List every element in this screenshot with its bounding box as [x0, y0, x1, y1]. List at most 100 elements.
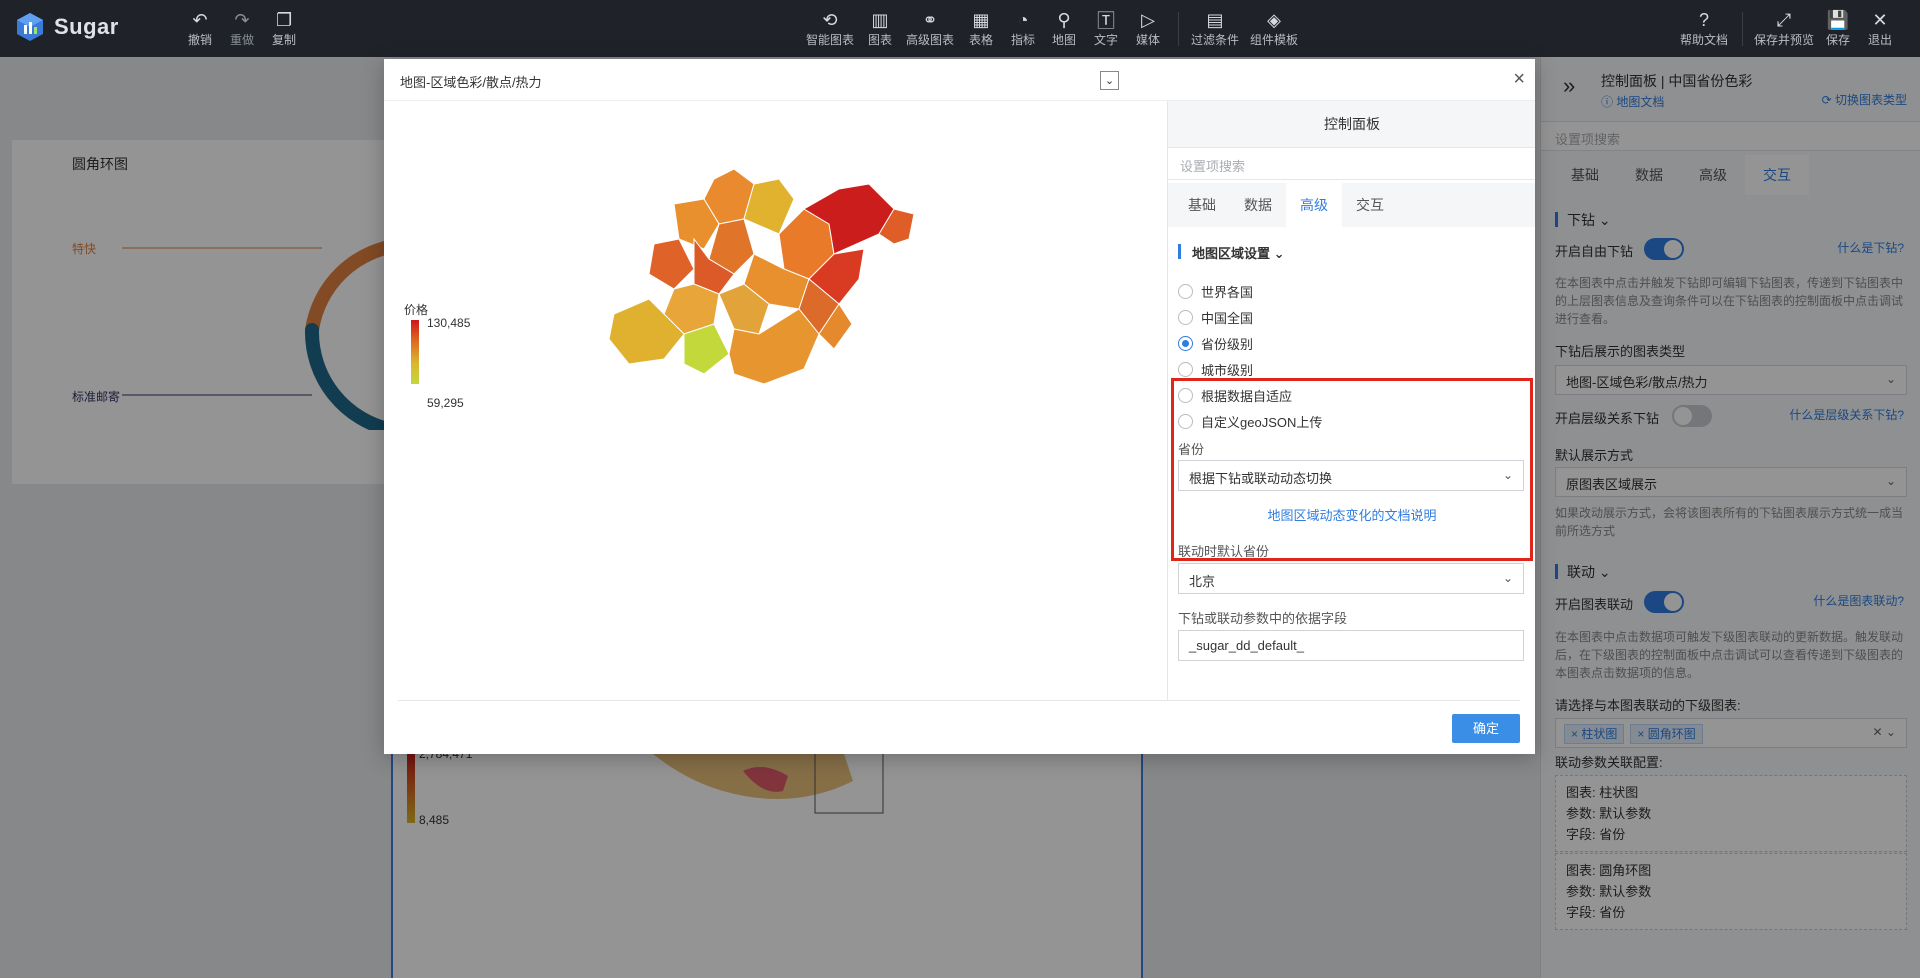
legend-title: 价格 [404, 303, 429, 317]
exit-label: 退出 [1868, 33, 1893, 47]
control-panel-tabs: 基础 数据 高级 交互 [1168, 183, 1535, 227]
redo-icon: ↷ [234, 9, 250, 30]
copy-button[interactable]: ❐ 复制 [272, 9, 296, 48]
drill-field-value: _sugar_dd_default_ [1189, 638, 1304, 653]
help-button[interactable]: ? 帮助文档 [1680, 9, 1728, 48]
save-preview-button[interactable]: ⤢ 保存并预览 [1754, 9, 1814, 48]
copy-icon: ❐ [275, 9, 293, 30]
text-button[interactable]: 🅃 文字 [1094, 9, 1118, 48]
radio-dot[interactable] [1178, 362, 1193, 377]
advanced-chart-label: 高级图表 [906, 33, 955, 47]
modal-footer-divider [398, 700, 1520, 701]
close-icon: × [1513, 68, 1525, 90]
save-label: 保存 [1826, 33, 1851, 47]
gauge-label: 指标 [1011, 33, 1036, 47]
modal-control-panel: 控制面板 设置项搜索 基础 数据 高级 交互 地图区域设置 ⌄ 世界各国 中国全… [1167, 101, 1535, 701]
modal-close-button[interactable]: × [1513, 68, 1525, 91]
control-panel-search[interactable]: 设置项搜索 [1168, 148, 1535, 180]
gauge-button[interactable]: ◔ 指标 [1011, 9, 1035, 48]
radio-china[interactable]: 中国全国 [1178, 308, 1253, 327]
redo-label: 重做 [230, 33, 255, 47]
radio-dot[interactable] [1178, 310, 1193, 325]
template-icon: ◈ [1267, 9, 1281, 30]
sugar-logo-icon [17, 13, 43, 41]
default-province-value: 北京 [1189, 574, 1216, 589]
media-button[interactable]: ▷ 媒体 [1136, 9, 1160, 48]
smart-chart-button[interactable]: ⟲ 智能图表 [806, 9, 854, 48]
help-label: 帮助文档 [1680, 33, 1729, 47]
gauge-icon: ◔ [1017, 9, 1029, 30]
tab-data[interactable]: 数据 [1230, 183, 1286, 227]
save-preview-label: 保存并预览 [1754, 33, 1815, 47]
help-icon: ? [1699, 9, 1710, 30]
legend-max-value: 130,485 [427, 316, 471, 330]
chevron-down-icon: ⌄ [1104, 75, 1115, 87]
radio-city[interactable]: 城市级别 [1178, 360, 1253, 379]
filter-label: 过滤条件 [1191, 33, 1240, 47]
chevron-down-icon: ⌄ [1273, 246, 1285, 261]
default-province-label: 联动时默认省份 [1178, 544, 1270, 559]
highlight-box [1171, 378, 1533, 561]
tab-basic[interactable]: 基础 [1174, 183, 1230, 227]
default-province-select[interactable]: 北京 ⌄ [1178, 563, 1524, 594]
table-label: 表格 [969, 33, 994, 47]
template-button[interactable]: ◈ 组件模板 [1250, 9, 1298, 48]
toolbar-divider-right [1742, 12, 1743, 46]
toolbar-divider [1178, 12, 1179, 46]
filter-button[interactable]: ▤ 过滤条件 [1191, 9, 1239, 48]
close-icon: ✕ [1872, 9, 1888, 30]
table-button[interactable]: ▦ 表格 [969, 9, 993, 48]
text-icon: 🅃 [1097, 11, 1115, 31]
radio-province[interactable]: 省份级别 [1178, 334, 1253, 353]
control-panel-header: 控制面板 [1168, 101, 1535, 148]
map-region-section-text: 地图区域设置 [1192, 246, 1271, 261]
tab-interaction[interactable]: 交互 [1342, 183, 1398, 227]
chart-label: 图表 [868, 33, 893, 47]
radio-world[interactable]: 世界各国 [1178, 282, 1253, 301]
map-region-doc-link[interactable]: 地图区域动态变化的文档说明 [1168, 505, 1535, 524]
advanced-chart-icon: ⚭ [922, 9, 938, 30]
undo-label: 撤销 [188, 33, 213, 47]
legend-min-value: 59,295 [427, 396, 464, 410]
table-icon: ▦ [972, 9, 990, 30]
radio-dot[interactable] [1178, 336, 1193, 351]
top-toolbar: Sugar ↶ 撤销 ↷ 重做 ❐ 复制 ⟲ 智能图表 ▥ 图表 ⚭ 高级图表 … [0, 0, 1920, 57]
chart-button[interactable]: ▥ 图表 [868, 9, 892, 48]
undo-icon: ↶ [192, 9, 208, 30]
filter-icon: ▤ [1206, 9, 1224, 30]
save-button[interactable]: 💾 保存 [1826, 9, 1850, 48]
app-name: Sugar [54, 14, 119, 39]
logo: Sugar [16, 12, 119, 42]
radio-label: 省份级别 [1201, 337, 1254, 352]
tab-advanced[interactable]: 高级 [1286, 183, 1342, 227]
map-region-section-title[interactable]: 地图区域设置 ⌄ [1178, 243, 1285, 262]
modal-title: 地图-区域色彩/散点/热力 [400, 75, 542, 90]
undo-button[interactable]: ↶ 撤销 [188, 9, 212, 48]
drill-field-input[interactable]: _sugar_dd_default_ [1178, 630, 1524, 661]
confirm-button[interactable]: 确定 [1452, 714, 1520, 743]
map-icon: ⚲ [1057, 9, 1071, 30]
advanced-chart-button[interactable]: ⚭ 高级图表 [906, 9, 954, 48]
chevron-down-icon: ⌄ [1502, 571, 1513, 585]
media-icon: ▷ [1141, 9, 1155, 30]
radio-dot[interactable] [1178, 284, 1193, 299]
radio-label: 中国全国 [1201, 311, 1254, 326]
smart-chart-label: 智能图表 [806, 33, 855, 47]
radio-label: 城市级别 [1201, 363, 1254, 378]
modal-header: 地图-区域色彩/散点/热力 ⌄ × [384, 59, 1535, 101]
expand-icon: ⤢ [1776, 9, 1792, 30]
save-icon: 💾 [1826, 9, 1850, 30]
redo-button[interactable]: ↷ 重做 [230, 9, 254, 48]
shandong-province-map[interactable] [594, 139, 914, 389]
media-label: 媒体 [1136, 33, 1161, 47]
chart-edit-modal: 地图-区域色彩/散点/热力 ⌄ × 价格 130,485 59,295 控制面板… [384, 59, 1535, 754]
copy-label: 复制 [272, 33, 297, 47]
text-label: 文字 [1094, 33, 1119, 47]
template-label: 组件模板 [1250, 33, 1299, 47]
smart-chart-icon: ⟲ [822, 9, 838, 30]
exit-button[interactable]: ✕ 退出 [1868, 9, 1892, 48]
map-button[interactable]: ⚲ 地图 [1052, 9, 1076, 48]
map-label: 地图 [1052, 33, 1077, 47]
chart-type-dropdown[interactable]: ⌄ [1100, 71, 1119, 90]
radio-label: 世界各国 [1201, 285, 1254, 300]
